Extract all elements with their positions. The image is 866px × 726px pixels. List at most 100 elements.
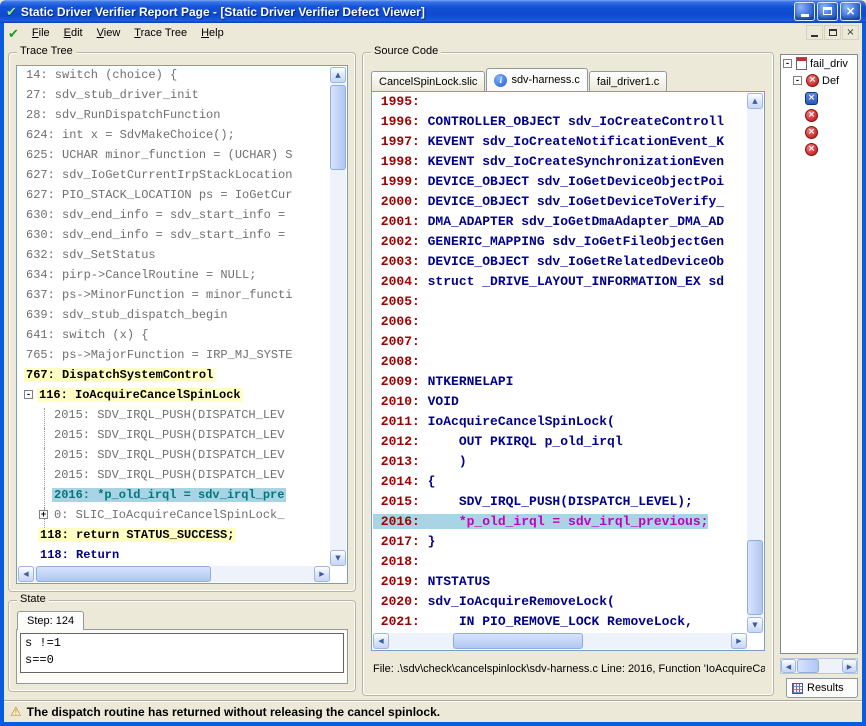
code-line[interactable]: 1999: DEVICE_OBJECT sdv_IoGetDeviceObjec…: [373, 174, 747, 194]
defect-step[interactable]: ×: [805, 141, 857, 158]
trace-line[interactable]: 118: return STATUS_SUCCESS;: [18, 528, 330, 548]
code-line[interactable]: 2004: struct _DRIVE_LAYOUT_INFORMATION_E…: [373, 274, 747, 294]
code-line[interactable]: 2002: GENERIC_MAPPING sdv_IoGetFileObjec…: [373, 234, 747, 254]
scroll-left-button[interactable]: ◀: [18, 566, 34, 582]
tab-step[interactable]: Step: 124: [17, 611, 84, 630]
mdi-restore-button[interactable]: [824, 25, 841, 40]
scroll-down-button[interactable]: ▼: [747, 617, 763, 633]
code-line[interactable]: 2020: sdv_IoAcquireRemoveLock(: [373, 594, 747, 614]
code-line[interactable]: 1996: CONTROLLER_OBJECT sdv_IoCreateCont…: [373, 114, 747, 134]
code-line[interactable]: 2017: }: [373, 534, 747, 554]
code-line[interactable]: 2015: SDV_IRQL_PUSH(DISPATCH_LEVEL);: [373, 494, 747, 514]
code-line[interactable]: 2010: VOID: [373, 394, 747, 414]
trace-line[interactable]: 630: sdv_end_info = sdv_start_info =: [18, 228, 330, 248]
defect-step[interactable]: ×: [805, 90, 857, 107]
close-button[interactable]: ×: [840, 2, 861, 21]
trace-line[interactable]: 641: switch (x) {: [18, 328, 330, 348]
scroll-thumb[interactable]: [453, 633, 583, 649]
expander-minus-icon[interactable]: -: [793, 76, 802, 85]
code-line[interactable]: 2019: NTSTATUS: [373, 574, 747, 594]
expander-minus-icon[interactable]: -: [24, 390, 33, 399]
trace-horizontal-scrollbar[interactable]: ◀ ▶: [18, 566, 330, 582]
trace-line[interactable]: 2015: SDV_IRQL_PUSH(DISPATCH_LEV: [18, 408, 330, 428]
scroll-up-button[interactable]: ▲: [330, 67, 346, 83]
trace-line[interactable]: 2015: SDV_IRQL_PUSH(DISPATCH_LEV: [18, 468, 330, 488]
trace-line[interactable]: 627: sdv_IoGetCurrentIrpStackLocation: [18, 168, 330, 188]
trace-line[interactable]: 624: int x = SdvMakeChoice();: [18, 128, 330, 148]
scroll-thumb[interactable]: [330, 85, 346, 170]
scroll-thumb[interactable]: [747, 540, 763, 615]
trace-line[interactable]: 14: switch (choice) {: [18, 68, 330, 88]
scroll-left-button[interactable]: ◀: [373, 633, 389, 649]
code-line[interactable]: 2011: IoAcquireCancelSpinLock(: [373, 414, 747, 434]
scroll-right-button[interactable]: ▶: [842, 659, 857, 673]
maximize-button[interactable]: [817, 2, 838, 21]
trace-line[interactable]: 118: Return: [18, 548, 330, 566]
menu-item-view[interactable]: View: [90, 23, 128, 44]
state-textbox[interactable]: s !=1 s==0: [20, 633, 344, 673]
defect-group[interactable]: - × Def: [781, 72, 857, 89]
trace-line[interactable]: 28: sdv_RunDispatchFunction: [18, 108, 330, 128]
title-bar[interactable]: ✔ Static Driver Verifier Report Page - […: [0, 0, 866, 23]
code-line[interactable]: 1997: KEVENT sdv_IoCreateNotificationEve…: [373, 134, 747, 154]
expander-minus-icon[interactable]: -: [783, 59, 792, 68]
tab-cancelspinlock-slic[interactable]: CancelSpinLock.slic: [371, 71, 485, 91]
trace-line[interactable]: 2016: *p_old_irql = sdv_irql_pre: [18, 488, 330, 508]
scroll-left-button[interactable]: ◀: [781, 659, 796, 673]
mdi-minimize-button[interactable]: [806, 25, 823, 40]
menu-item-help[interactable]: Help: [194, 23, 231, 44]
trace-line[interactable]: 632: sdv_SetStatus: [18, 248, 330, 268]
tab-results[interactable]: Results: [786, 678, 858, 698]
code-horizontal-scrollbar[interactable]: ◀ ▶: [373, 633, 747, 649]
scroll-thumb[interactable]: [797, 659, 819, 673]
scroll-up-button[interactable]: ▲: [747, 93, 763, 109]
code-line[interactable]: 1998: KEVENT sdv_IoCreateSynchronization…: [373, 154, 747, 174]
code-vertical-scrollbar[interactable]: ▲ ▼: [747, 93, 763, 633]
trace-line[interactable]: -116: IoAcquireCancelSpinLock: [18, 388, 330, 408]
menu-item-edit[interactable]: Edit: [57, 23, 90, 44]
trace-line[interactable]: 637: ps->MinorFunction = minor_functi: [18, 288, 330, 308]
tab-fail-driver1-c[interactable]: fail_driver1.c: [589, 71, 667, 91]
expander-plus-icon[interactable]: +: [39, 510, 48, 519]
code-line[interactable]: 2018:: [373, 554, 747, 574]
minimize-button[interactable]: [794, 2, 815, 21]
trace-line[interactable]: 2015: SDV_IRQL_PUSH(DISPATCH_LEV: [18, 448, 330, 468]
code-line[interactable]: 2013: ): [373, 454, 747, 474]
code-line[interactable]: 2012: OUT PKIRQL p_old_irql: [373, 434, 747, 454]
code-line[interactable]: 1995:: [373, 94, 747, 114]
code-line[interactable]: 2009: NTKERNELAPI: [373, 374, 747, 394]
trace-line[interactable]: +0: SLIC_IoAcquireCancelSpinLock_: [18, 508, 330, 528]
code-line[interactable]: 2007:: [373, 334, 747, 354]
code-line[interactable]: 2000: DEVICE_OBJECT sdv_IoGetDeviceToVer…: [373, 194, 747, 214]
trace-line[interactable]: 2015: SDV_IRQL_PUSH(DISPATCH_LEV: [18, 428, 330, 448]
scroll-down-button[interactable]: ▼: [330, 550, 346, 566]
trace-line[interactable]: 625: UCHAR minor_function = (UCHAR) S: [18, 148, 330, 168]
code-line[interactable]: 2021: IN PIO_REMOVE_LOCK RemoveLock,: [373, 614, 747, 633]
defect-root[interactable]: - fail_driv: [781, 55, 857, 72]
menu-item-trace-tree[interactable]: Trace Tree: [127, 23, 194, 44]
code-line[interactable]: 2005:: [373, 294, 747, 314]
trace-line[interactable]: 634: pirp->CancelRoutine = NULL;: [18, 268, 330, 288]
code-line[interactable]: 2001: DMA_ADAPTER sdv_IoGetDmaAdapter_DM…: [373, 214, 747, 234]
mdi-close-button[interactable]: ×: [842, 25, 859, 40]
code-line[interactable]: 2014: {: [373, 474, 747, 494]
scroll-thumb[interactable]: [36, 566, 211, 582]
code-line[interactable]: 2016: *p_old_irql = sdv_irql_previous;: [373, 514, 747, 534]
trace-line[interactable]: 627: PIO_STACK_LOCATION ps = IoGetCur: [18, 188, 330, 208]
trace-line[interactable]: 639: sdv_stub_dispatch_begin: [18, 308, 330, 328]
code-line[interactable]: 2003: DEVICE_OBJECT sdv_IoGetRelatedDevi…: [373, 254, 747, 274]
scroll-right-button[interactable]: ▶: [314, 566, 330, 582]
trace-line[interactable]: 765: ps->MajorFunction = IRP_MJ_SYSTE: [18, 348, 330, 368]
defect-step[interactable]: ×: [805, 107, 857, 124]
trace-vertical-scrollbar[interactable]: ▲ ▼: [330, 67, 346, 566]
code-line[interactable]: 2006:: [373, 314, 747, 334]
scroll-right-button[interactable]: ▶: [731, 633, 747, 649]
trace-line[interactable]: 27: sdv_stub_driver_init: [18, 88, 330, 108]
menu-item-file[interactable]: File: [25, 23, 57, 44]
defects-horizontal-scrollbar[interactable]: ◀ ▶: [780, 658, 858, 674]
trace-line[interactable]: 630: sdv_end_info = sdv_start_info =: [18, 208, 330, 228]
trace-line[interactable]: 767: DispatchSystemControl: [18, 368, 330, 388]
tab-sdv-harness-c[interactable]: isdv-harness.c: [486, 68, 587, 91]
code-line[interactable]: 2008:: [373, 354, 747, 374]
defect-step[interactable]: ×: [805, 124, 857, 141]
